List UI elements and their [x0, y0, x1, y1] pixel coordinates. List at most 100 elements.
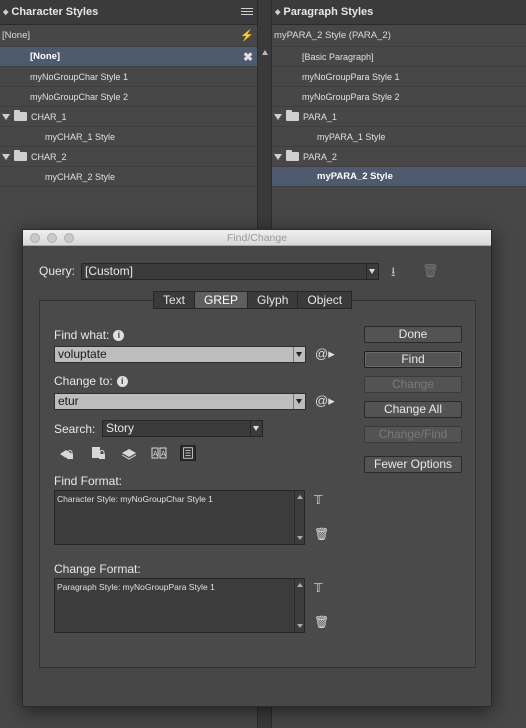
find-button[interactable]: Find	[364, 351, 462, 368]
group-label: PARA_1	[303, 111, 337, 122]
save-query-icon[interactable]: ⭳	[391, 263, 396, 285]
char-style-item[interactable]: myNoGroupChar Style 1	[0, 67, 257, 87]
style-label: myNoGroupPara Style 2	[302, 91, 400, 102]
char-style-item[interactable]: myCHAR_2 Style	[0, 167, 257, 187]
query-dropdown[interactable]: [Custom]	[81, 263, 379, 280]
disclosure-triangle-icon[interactable]	[2, 113, 10, 120]
query-label: Query:	[39, 264, 76, 278]
chevron-down-icon[interactable]	[293, 347, 305, 362]
disclosure-triangle-icon[interactable]	[274, 113, 282, 120]
search-label: Search:	[54, 422, 96, 436]
folder-icon	[14, 150, 27, 161]
change-button[interactable]: Change	[364, 376, 462, 393]
character-styles-title: Character Styles	[11, 6, 99, 18]
special-characters-icon[interactable]: @▸	[315, 393, 335, 409]
tab-grep[interactable]: GREP	[195, 292, 249, 308]
collapse-arrows-icon[interactable]: ◆	[275, 8, 280, 16]
change-all-button[interactable]: Change All	[364, 401, 462, 418]
style-label: [Basic Paragraph]	[302, 51, 374, 62]
style-label: myCHAR_1 Style	[45, 131, 116, 142]
find-what-label-text: Find what:	[54, 328, 110, 342]
current-paragraph-style: myPARA_2 Style (PARA_2)	[272, 25, 526, 47]
search-type-tabs: Text GREP Glyph Object	[153, 291, 353, 309]
specify-change-format-icon[interactable]: 𝕋	[314, 581, 323, 595]
search-scope-value: Story	[106, 421, 135, 435]
info-icon[interactable]: i	[116, 376, 128, 387]
done-button[interactable]: Done	[364, 326, 462, 343]
specify-find-format-icon[interactable]: 𝕋	[314, 493, 323, 507]
current-paragraph-style-label: myPARA_2 Style (PARA_2)	[274, 30, 391, 41]
para-style-group[interactable]: PARA_2	[272, 147, 526, 167]
find-change-dialog: Find/Change Query: [Custom] ⭳ 🗑 Text GRE…	[22, 229, 492, 707]
search-scope-dropdown[interactable]: Story	[102, 420, 263, 437]
style-label: myPARA_2 Style	[317, 171, 393, 182]
fewer-options-button[interactable]: Fewer Options	[364, 456, 462, 473]
change-format-value: Paragraph Style: myNoGroupPara Style 1	[57, 582, 215, 592]
dialog-titlebar[interactable]: Find/Change	[23, 230, 491, 246]
change-format-box[interactable]: Paragraph Style: myNoGroupPara Style 1	[54, 578, 305, 633]
collapse-arrows-icon[interactable]: ◆	[3, 8, 8, 16]
panel-menu-icon[interactable]	[241, 8, 253, 17]
quick-apply-icon[interactable]: ⚡	[240, 29, 254, 42]
para-style-item[interactable]: myNoGroupPara Style 1	[272, 67, 526, 87]
current-character-style-label: [None]	[2, 30, 30, 41]
char-style-none[interactable]: [None] ✖	[0, 47, 257, 67]
include-locked-stories-icon[interactable]	[90, 445, 106, 461]
style-label: myNoGroupChar Style 1	[30, 71, 129, 82]
special-characters-icon[interactable]: @▸	[315, 346, 335, 362]
clear-change-format-icon[interactable]: 🗑	[314, 615, 329, 629]
disclosure-triangle-icon[interactable]	[2, 153, 10, 160]
char-style-group[interactable]: CHAR_1	[0, 107, 257, 127]
folder-icon	[286, 110, 299, 121]
tab-glyph[interactable]: Glyph	[248, 292, 299, 308]
include-locked-layers-icon[interactable]	[58, 445, 74, 461]
svg-text:A: A	[153, 451, 158, 458]
disclosure-triangle-icon[interactable]	[274, 153, 282, 160]
style-label: myPARA_1 Style	[317, 131, 386, 142]
group-label: CHAR_1	[31, 111, 67, 122]
char-style-item[interactable]: myNoGroupChar Style 2	[0, 87, 257, 107]
para-style-item[interactable]: myNoGroupPara Style 2	[272, 87, 526, 107]
style-label: myNoGroupChar Style 2	[30, 91, 129, 102]
find-format-value: Character Style: myNoGroupChar Style 1	[57, 494, 213, 504]
dialog-title: Find/Change	[226, 232, 288, 244]
change-to-input[interactable]: etur	[54, 393, 306, 410]
para-style-item[interactable]: [Basic Paragraph]	[272, 47, 526, 67]
change-to-value: etur	[58, 394, 79, 408]
find-what-value: voluptate	[58, 347, 107, 361]
find-format-scrollbar[interactable]	[294, 491, 304, 544]
group-label: PARA_2	[303, 151, 337, 162]
paragraph-style-list: [Basic Paragraph] myNoGroupPara Style 1 …	[272, 47, 526, 187]
include-master-pages-icon[interactable]: AA	[151, 445, 167, 461]
info-icon[interactable]: i	[113, 330, 125, 341]
chevron-down-icon[interactable]	[293, 394, 305, 409]
change-find-button[interactable]: Change/Find	[364, 426, 462, 443]
para-style-item-selected[interactable]: myPARA_2 Style	[272, 167, 526, 187]
char-style-item[interactable]: myCHAR_1 Style	[0, 127, 257, 147]
tab-text[interactable]: Text	[154, 292, 196, 308]
find-what-input[interactable]: voluptate	[54, 346, 306, 363]
change-format-label: Change Format:	[54, 562, 141, 576]
find-format-box[interactable]: Character Style: myNoGroupChar Style 1	[54, 490, 305, 545]
change-format-scrollbar[interactable]	[294, 579, 304, 632]
style-label: myNoGroupPara Style 1	[302, 71, 400, 82]
include-hidden-layers-icon[interactable]	[121, 445, 137, 461]
change-to-label-text: Change to:	[54, 374, 113, 388]
include-footnotes-icon[interactable]	[180, 445, 196, 461]
char-style-group[interactable]: CHAR_2	[0, 147, 257, 167]
scroll-up-arrow-icon[interactable]	[262, 50, 268, 55]
folder-icon	[14, 110, 27, 121]
clear-find-format-icon[interactable]: 🗑	[314, 527, 329, 541]
tab-object[interactable]: Object	[298, 292, 352, 308]
character-style-list: [None] ✖ myNoGroupChar Style 1 myNoGroup…	[0, 47, 257, 187]
paragraph-styles-title: Paragraph Styles	[283, 6, 374, 18]
para-style-group[interactable]: PARA_1	[272, 107, 526, 127]
para-style-item[interactable]: myPARA_1 Style	[272, 127, 526, 147]
style-label: myCHAR_2 Style	[45, 171, 116, 182]
delete-query-icon[interactable]: 🗑	[422, 263, 439, 279]
change-to-label: Change to: i	[54, 374, 128, 388]
find-format-label: Find Format:	[54, 474, 123, 488]
character-styles-tab[interactable]: ◆ Character Styles	[0, 0, 257, 25]
clear-overrides-icon[interactable]: ✖	[243, 50, 253, 64]
paragraph-styles-tab[interactable]: ◆ Paragraph Styles	[272, 0, 526, 25]
